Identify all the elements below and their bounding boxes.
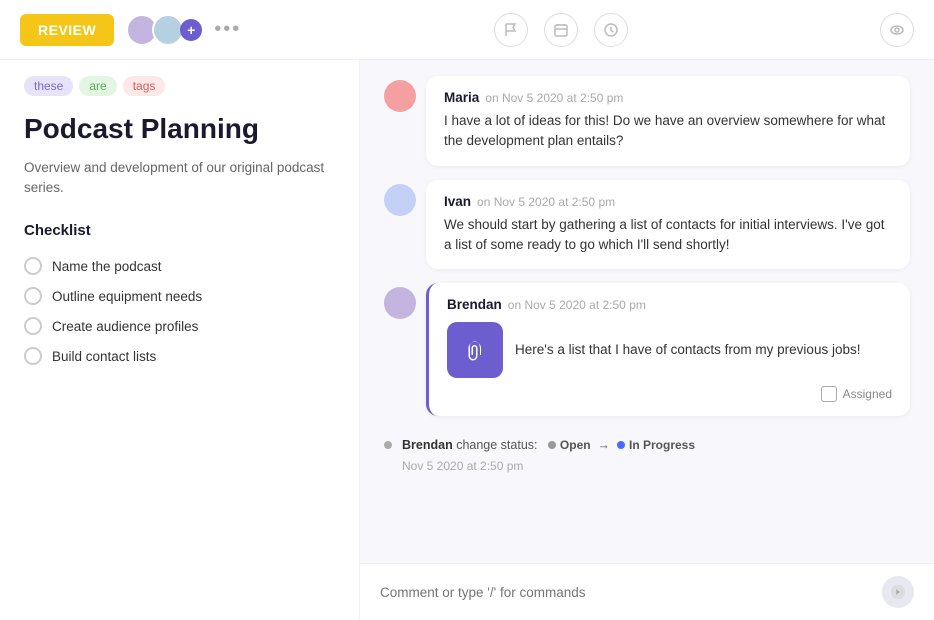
checklist-item-3: Create audience profiles: [24, 311, 335, 341]
status-dot: [384, 441, 392, 449]
comment-maria-author: Maria: [444, 90, 479, 105]
eye-button[interactable]: [880, 13, 914, 47]
attachment-icon[interactable]: [447, 322, 503, 378]
page-description: Overview and development of our original…: [24, 158, 335, 199]
status-from: Open: [548, 436, 591, 454]
comment-brendan-body: Here's a list that I have of contacts fr…: [515, 341, 860, 360]
status-to: In Progress: [617, 436, 695, 454]
checklist-item-1: Name the podcast: [24, 251, 335, 281]
clock-button[interactable]: [594, 13, 628, 47]
status-dot-progress: [617, 441, 625, 449]
tag-these[interactable]: these: [24, 76, 73, 96]
attachment-block: Here's a list that I have of contacts fr…: [447, 322, 892, 378]
comment-input[interactable]: [380, 585, 872, 600]
comment-brendan-header: Brendan on Nov 5 2020 at 2:50 pm: [447, 297, 892, 312]
comment-ivan-body: We should start by gathering a list of c…: [444, 215, 892, 256]
comment-brendan-wrapper: Brendan on Nov 5 2020 at 2:50 pm Here's …: [384, 283, 910, 416]
flag-button[interactable]: [494, 13, 528, 47]
comment-maria-header: Maria on Nov 5 2020 at 2:50 pm: [444, 90, 892, 105]
left-panel: these are tags Podcast Planning Overview…: [0, 60, 360, 620]
review-button[interactable]: REVIEW: [20, 14, 114, 46]
comment-ivan-author: Ivan: [444, 194, 471, 209]
right-panel: Maria on Nov 5 2020 at 2:50 pm I have a …: [360, 60, 934, 620]
status-dot-open: [548, 441, 556, 449]
comments-area: Maria on Nov 5 2020 at 2:50 pm I have a …: [360, 60, 934, 563]
comment-brendan-time: on Nov 5 2020 at 2:50 pm: [508, 298, 646, 312]
avatar-maria: [384, 80, 416, 112]
tag-tags[interactable]: tags: [123, 76, 166, 96]
checkbox-3[interactable]: [24, 317, 42, 335]
calendar-button[interactable]: [544, 13, 578, 47]
assigned-label: Assigned: [843, 387, 892, 401]
checklist-label-2: Outline equipment needs: [52, 289, 202, 304]
checklist-item-2: Outline equipment needs: [24, 281, 335, 311]
more-options-button[interactable]: •••: [214, 18, 241, 41]
assigned-checkbox[interactable]: [821, 386, 837, 402]
comment-ivan-time: on Nov 5 2020 at 2:50 pm: [477, 195, 615, 209]
assigned-row: Assigned: [447, 386, 892, 402]
comment-ivan-header: Ivan on Nov 5 2020 at 2:50 pm: [444, 194, 892, 209]
avatar-brendan: [384, 287, 416, 319]
top-bar-right: [880, 13, 914, 47]
comment-maria: Maria on Nov 5 2020 at 2:50 pm I have a …: [426, 76, 910, 166]
checklist-label-4: Build contact lists: [52, 349, 156, 364]
main-area: these are tags Podcast Planning Overview…: [0, 60, 934, 620]
checklist-label-3: Create audience profiles: [52, 319, 198, 334]
avatar-ivan: [384, 184, 416, 216]
comment-maria-body: I have a lot of ideas for this! Do we ha…: [444, 111, 892, 152]
tag-are[interactable]: are: [79, 76, 116, 96]
comment-maria-time: on Nov 5 2020 at 2:50 pm: [485, 91, 623, 105]
comment-maria-wrapper: Maria on Nov 5 2020 at 2:50 pm I have a …: [384, 76, 910, 166]
comment-brendan-author: Brendan: [447, 297, 502, 312]
checkbox-1[interactable]: [24, 257, 42, 275]
status-from-label: Open: [560, 436, 591, 454]
status-to-label: In Progress: [629, 436, 695, 454]
checklist-label-1: Name the podcast: [52, 259, 162, 274]
status-change-time: Nov 5 2020 at 2:50 pm: [402, 457, 695, 475]
checklist: Name the podcast Outline equipment needs…: [24, 251, 335, 371]
status-change-action-text: change status:: [456, 438, 537, 452]
comment-ivan: Ivan on Nov 5 2020 at 2:50 pm We should …: [426, 180, 910, 270]
add-member-button[interactable]: +: [180, 19, 202, 41]
page-title: Podcast Planning: [24, 112, 335, 146]
tags-row: these are tags: [24, 76, 335, 96]
comment-brendan: Brendan on Nov 5 2020 at 2:50 pm Here's …: [426, 283, 910, 416]
comment-ivan-wrapper: Ivan on Nov 5 2020 at 2:50 pm We should …: [384, 180, 910, 270]
checkbox-4[interactable]: [24, 347, 42, 365]
avatar-group: +: [126, 14, 202, 46]
checklist-title: Checklist: [24, 222, 335, 239]
top-bar-left: REVIEW + •••: [20, 14, 241, 46]
top-bar: REVIEW + •••: [0, 0, 934, 60]
top-bar-center: [494, 13, 628, 47]
status-change-row: Brendan change status: Open → In Progres…: [384, 430, 910, 481]
comment-input-area: [360, 563, 934, 620]
status-change-content: Brendan change status: Open → In Progres…: [402, 436, 695, 475]
send-button[interactable]: [882, 576, 914, 608]
checkbox-2[interactable]: [24, 287, 42, 305]
checklist-item-4: Build contact lists: [24, 341, 335, 371]
status-change-author: Brendan: [402, 438, 453, 452]
